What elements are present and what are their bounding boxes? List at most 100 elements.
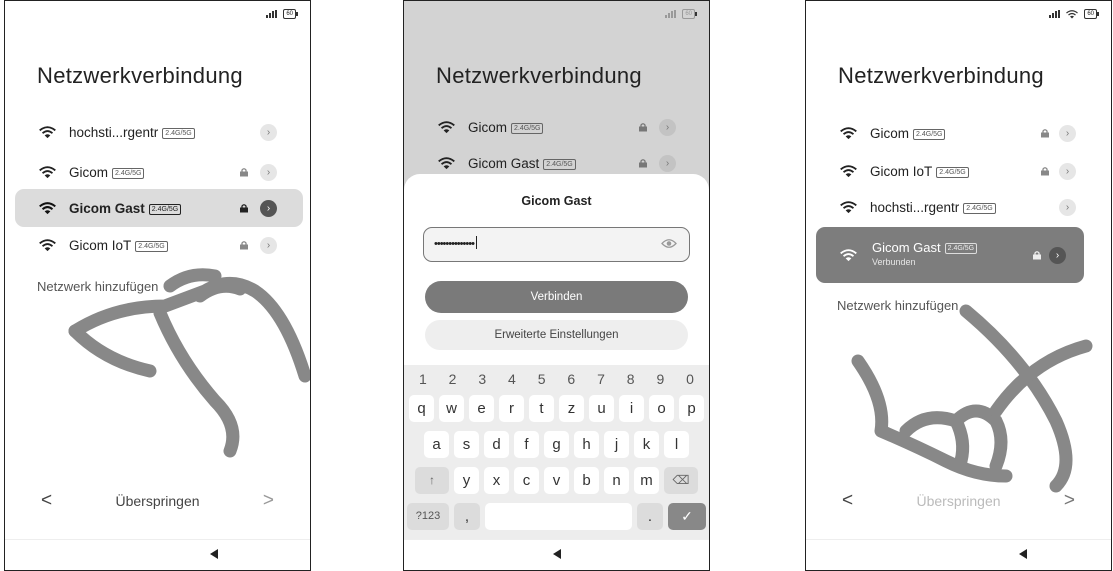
network-name: Gicom 2.4G/5G bbox=[468, 120, 544, 135]
key[interactable]: a bbox=[424, 431, 449, 458]
key[interactable]: s bbox=[454, 431, 479, 458]
network-name: Gicom IoT 2.4G/5G bbox=[69, 238, 168, 253]
network-name: Gicom IoT 2.4G/5G bbox=[870, 164, 969, 179]
key[interactable]: t bbox=[529, 395, 554, 422]
chevron-right-icon[interactable]: › bbox=[260, 123, 277, 141]
key[interactable]: 3 bbox=[470, 371, 494, 387]
key[interactable]: 1 bbox=[411, 371, 435, 387]
connected-network-item[interactable]: Gicom Gast 2.4G/5G Verbunden › bbox=[816, 227, 1084, 283]
number-switch-key[interactable]: ?123 bbox=[407, 503, 449, 530]
key[interactable]: i bbox=[619, 395, 644, 422]
advanced-settings-button[interactable]: Erweiterte Einstellungen bbox=[425, 320, 688, 350]
chevron-right-icon[interactable]: › bbox=[260, 236, 277, 254]
chevron-right-icon[interactable]: › bbox=[659, 118, 676, 136]
chevron-right-icon[interactable]: › bbox=[1049, 246, 1066, 264]
period-key[interactable]: . bbox=[637, 503, 663, 530]
key[interactable]: w bbox=[439, 395, 464, 422]
key[interactable]: 7 bbox=[589, 371, 613, 387]
signal-icon bbox=[266, 10, 278, 18]
key[interactable]: x bbox=[484, 467, 509, 494]
next-button[interactable]: > bbox=[263, 490, 274, 512]
add-network-link[interactable]: Netzwerk hinzufügen bbox=[37, 279, 158, 294]
key[interactable]: z bbox=[559, 395, 584, 422]
password-field[interactable]: •••••••••••••• bbox=[423, 227, 690, 262]
network-item-gicom[interactable]: Gicom 2.4G/5G › bbox=[15, 154, 303, 190]
key[interactable]: d bbox=[484, 431, 509, 458]
key[interactable]: m bbox=[634, 467, 659, 494]
comma-key[interactable]: , bbox=[454, 503, 480, 530]
wifi-icon bbox=[840, 248, 857, 261]
key[interactable]: 8 bbox=[619, 371, 643, 387]
key[interactable]: y bbox=[454, 467, 479, 494]
key[interactable]: 4 bbox=[500, 371, 524, 387]
shift-key[interactable]: ↑ bbox=[415, 467, 449, 494]
key[interactable]: e bbox=[469, 395, 494, 422]
back-icon[interactable] bbox=[209, 549, 218, 559]
key[interactable]: v bbox=[544, 467, 569, 494]
keyboard-row-2: a s d f g h j k l bbox=[404, 431, 709, 458]
network-item-hochstirgentr[interactable]: hochsti...rgentr 2.4G/5G › bbox=[15, 114, 303, 150]
band-badge: 2.4G/5G bbox=[162, 127, 195, 139]
key[interactable]: 5 bbox=[530, 371, 554, 387]
connect-button[interactable]: Verbinden bbox=[425, 281, 688, 313]
key[interactable]: b bbox=[574, 467, 599, 494]
dimmed-background: 60 Netzwerkverbindung Gicom 2.4G/5G › Gic… bbox=[404, 1, 709, 201]
add-network-link[interactable]: Netzwerk hinzufügen bbox=[837, 298, 958, 313]
system-navigation-bar bbox=[806, 539, 1111, 570]
status-bar: 60 bbox=[1049, 9, 1099, 19]
bottom-navigation: < Überspringen > bbox=[806, 489, 1111, 519]
network-name: Gicom Gast 2.4G/5G bbox=[468, 156, 576, 171]
key[interactable]: u bbox=[589, 395, 614, 422]
network-item-gicom[interactable]: Gicom 2.4G/5G › bbox=[816, 115, 1094, 151]
key[interactable]: c bbox=[514, 467, 539, 494]
key[interactable]: g bbox=[544, 431, 569, 458]
network-name: Gicom 2.4G/5G bbox=[69, 165, 145, 180]
chevron-right-icon[interactable]: › bbox=[1059, 198, 1076, 216]
key[interactable]: q bbox=[409, 395, 434, 422]
signal-icon bbox=[1049, 10, 1061, 18]
keyboard-row-1: q w e r t z u i o p bbox=[404, 395, 709, 422]
battery-icon: 60 bbox=[682, 9, 697, 19]
system-navigation-bar bbox=[5, 539, 310, 570]
key[interactable]: h bbox=[574, 431, 599, 458]
connection-status: Verbunden bbox=[872, 257, 916, 267]
phone-screen-connected: 60 Netzwerkverbindung Gicom 2.4G/5G › Gic… bbox=[805, 0, 1112, 571]
chevron-right-icon[interactable]: › bbox=[1059, 124, 1076, 142]
network-item-hochstirgentr[interactable]: hochsti...rgentr 2.4G/5G › bbox=[816, 189, 1094, 225]
key[interactable]: o bbox=[649, 395, 674, 422]
network-item-gicom-gast[interactable]: Gicom Gast 2.4G/5G › bbox=[15, 189, 303, 227]
network-item-gicom-iot[interactable]: Gicom IoT 2.4G/5G › bbox=[15, 227, 303, 263]
network-name: Gicom 2.4G/5G bbox=[870, 126, 946, 141]
key[interactable]: 2 bbox=[441, 371, 465, 387]
band-badge: 2.4G/5G bbox=[913, 128, 946, 140]
lock-icon bbox=[1041, 129, 1049, 138]
chevron-right-icon[interactable]: › bbox=[1059, 162, 1076, 180]
key[interactable]: r bbox=[499, 395, 524, 422]
text-cursor bbox=[475, 236, 477, 249]
network-item-gicom[interactable]: Gicom 2.4G/5G › bbox=[414, 109, 702, 145]
key[interactable]: 0 bbox=[678, 371, 702, 387]
band-badge: 2.4G/5G bbox=[112, 167, 145, 179]
space-key[interactable] bbox=[485, 503, 632, 530]
chevron-right-icon[interactable]: › bbox=[260, 199, 277, 217]
back-icon[interactable] bbox=[552, 549, 561, 559]
key[interactable]: j bbox=[604, 431, 629, 458]
next-button[interactable]: > bbox=[1064, 490, 1075, 512]
key[interactable]: 9 bbox=[648, 371, 672, 387]
back-icon[interactable] bbox=[1018, 549, 1027, 559]
chevron-right-icon[interactable]: › bbox=[659, 154, 676, 172]
key[interactable]: n bbox=[604, 467, 629, 494]
key[interactable]: f bbox=[514, 431, 539, 458]
key[interactable]: 6 bbox=[559, 371, 583, 387]
enter-key[interactable]: ✓ bbox=[668, 503, 706, 530]
key[interactable]: p bbox=[679, 395, 704, 422]
page-title: Netzwerkverbindung bbox=[838, 63, 1044, 88]
eye-icon[interactable] bbox=[661, 238, 677, 249]
network-item-gicom-iot[interactable]: Gicom IoT 2.4G/5G › bbox=[816, 153, 1094, 189]
phone-screen-password-dialog: 60 Netzwerkverbindung Gicom 2.4G/5G › Gic… bbox=[403, 0, 710, 571]
key[interactable]: l bbox=[664, 431, 689, 458]
key[interactable]: k bbox=[634, 431, 659, 458]
delete-key[interactable]: ⌫ bbox=[664, 467, 698, 494]
keyboard-row-4: ?123 , . ✓ bbox=[404, 503, 709, 530]
chevron-right-icon[interactable]: › bbox=[260, 163, 277, 181]
